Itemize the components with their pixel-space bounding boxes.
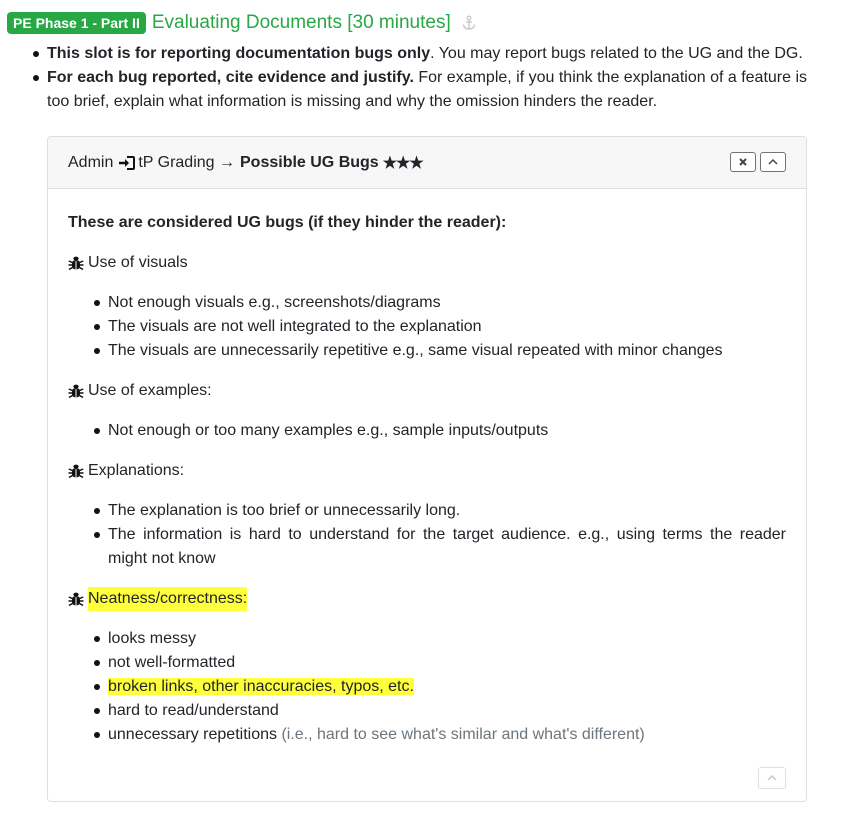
bug-list: The explanation is too brief or unnecess…: [68, 499, 786, 571]
bug-icon: [68, 383, 84, 399]
breadcrumb-grading: tP Grading →: [138, 153, 235, 171]
intro-item: This slot is for reporting documentation…: [7, 42, 851, 66]
close-button[interactable]: [730, 152, 756, 172]
phase-badge: PE Phase 1 - Part II: [7, 12, 146, 34]
intro-list: This slot is for reporting documentation…: [7, 42, 851, 114]
card-lead: These are considered UG bugs (if they hi…: [68, 214, 507, 231]
breadcrumb-admin: Admin: [68, 153, 114, 171]
section-heading: PE Phase 1 - Part II Evaluating Document…: [7, 10, 851, 36]
highlighted-text: broken links, other inaccuracies, typos,…: [108, 678, 414, 695]
section-title-text: Use of visuals: [88, 254, 188, 271]
page: PE Phase 1 - Part II Evaluating Document…: [0, 0, 851, 819]
intro-item-bold: This slot is for reporting documentation…: [47, 45, 431, 62]
list-item: The visuals are unnecessarily repetitive…: [68, 339, 786, 363]
chevron-up-icon: [767, 774, 777, 781]
login-icon: [118, 155, 136, 171]
bug-icon: [68, 463, 84, 479]
card-header[interactable]: Admin tP Grading → Possible UG Bugs ★★★: [48, 137, 806, 189]
intro-item-bold: For each bug reported, cite evidence and…: [47, 69, 414, 86]
bug-icon: [68, 591, 84, 607]
intro-item: For each bug reported, cite evidence and…: [7, 66, 851, 114]
chevron-up-icon: [768, 158, 778, 165]
section-title: Explanations:: [68, 459, 786, 483]
star-rating: ★★★: [382, 154, 424, 172]
bug-icon: [68, 255, 84, 271]
collapse-footer-button[interactable]: [758, 767, 786, 789]
breadcrumb-current: Possible UG Bugs: [240, 153, 379, 171]
bug-list: looks messy not well-formatted broken li…: [68, 627, 786, 747]
anchor-icon[interactable]: [461, 15, 477, 31]
section-title-text: Neatness/correctness:: [88, 587, 248, 611]
intro-item-text: . You may report bugs related to the UG …: [430, 45, 803, 62]
list-item: The visuals are not well integrated to t…: [68, 315, 786, 339]
list-item-note: (i.e., hard to see what's similar and wh…: [281, 726, 645, 743]
list-item: looks messy: [68, 627, 786, 651]
page-title: Evaluating Documents [30 minutes]: [151, 12, 451, 33]
section-title: Use of examples:: [68, 379, 786, 403]
bug-list: Not enough visuals e.g., screenshots/dia…: [68, 291, 786, 363]
list-item: Not enough visuals e.g., screenshots/dia…: [68, 291, 786, 315]
bug-list: Not enough or too many examples e.g., sa…: [68, 419, 786, 443]
section-title-text: Use of examples:: [88, 382, 212, 399]
section-title-text: Explanations:: [88, 462, 185, 479]
section-title: Neatness/correctness:: [68, 587, 786, 611]
card-header-controls: [730, 152, 786, 172]
list-item: unnecessary repetitions (i.e., hard to s…: [68, 723, 786, 747]
collapse-button[interactable]: [760, 152, 786, 172]
list-item-text: unnecessary repetitions: [108, 726, 277, 743]
list-item: The information is hard to understand fo…: [68, 523, 786, 571]
card-body: These are considered UG bugs (if they hi…: [48, 189, 806, 747]
close-icon: [739, 158, 747, 166]
ug-bugs-card: Admin tP Grading → Possible UG Bugs ★★★: [47, 136, 807, 802]
list-item: Not enough or too many examples e.g., sa…: [68, 419, 786, 443]
list-item: hard to read/understand: [68, 699, 786, 723]
list-item: The explanation is too brief or unnecess…: [68, 499, 786, 523]
list-item: broken links, other inaccuracies, typos,…: [68, 675, 786, 699]
list-item: not well-formatted: [68, 651, 786, 675]
section-title: Use of visuals: [68, 251, 786, 275]
